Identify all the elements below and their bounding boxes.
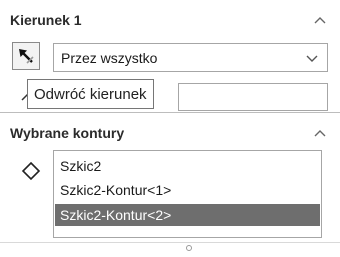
list-item-label: Szkic2-Kontur<1> bbox=[60, 182, 172, 198]
tooltip-text: Odwróć kierunek bbox=[34, 85, 147, 103]
chevron-up-icon[interactable] bbox=[312, 12, 328, 28]
section-divider bbox=[0, 112, 340, 113]
chevron-up-icon[interactable] bbox=[312, 125, 328, 141]
selected-contours-list[interactable]: Szkic2 Szkic2-Kontur<1> Szkic2-Kontur<2> bbox=[53, 150, 322, 238]
chevron-down-icon bbox=[306, 51, 318, 67]
reverse-direction-button[interactable] bbox=[12, 42, 40, 70]
end-condition-value: Przez wszystko bbox=[61, 49, 158, 66]
section-title-contours: Wybrane kontury bbox=[10, 125, 125, 141]
resize-handle[interactable] bbox=[185, 239, 193, 251]
list-item-selected[interactable]: Szkic2-Kontur<2> bbox=[55, 204, 320, 226]
property-panel: Kierunek 1 Przez wszystko Odwróć kierune… bbox=[0, 0, 340, 251]
list-item-label: Szkic2-Kontur<2> bbox=[60, 207, 172, 223]
list-item[interactable]: Szkic2-Kontur<1> bbox=[55, 179, 320, 201]
end-condition-dropdown[interactable]: Przez wszystko bbox=[53, 43, 328, 72]
depth-input[interactable] bbox=[178, 83, 328, 111]
section-title-direction: Kierunek 1 bbox=[10, 12, 82, 28]
section-divider bbox=[0, 242, 340, 243]
tooltip: Odwróć kierunek bbox=[27, 79, 154, 109]
diamond-contour-icon bbox=[20, 160, 42, 182]
section-header-direction[interactable]: Kierunek 1 bbox=[0, 6, 340, 34]
list-item[interactable]: Szkic2 bbox=[55, 155, 320, 177]
reverse-direction-arrow-icon bbox=[19, 49, 34, 64]
section-header-contours[interactable]: Wybrane kontury bbox=[0, 119, 340, 147]
list-item-label: Szkic2 bbox=[60, 158, 102, 174]
